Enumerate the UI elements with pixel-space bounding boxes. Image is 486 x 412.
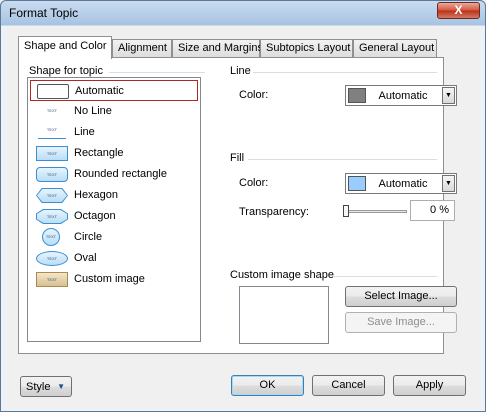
line-color-dropdown[interactable]: Automatic ▼ [345, 85, 457, 106]
fill-color-swatch [348, 176, 366, 191]
shape-item-oval[interactable]: TEXT Oval [30, 248, 198, 269]
shape-item-label: Rectangle [74, 147, 124, 159]
shape-item-label: Oval [74, 252, 97, 264]
shape-list[interactable]: Automatic TEXT No Line TEXT Line TEXT Re… [27, 77, 201, 342]
shape-thumb-text: TEXT [46, 277, 58, 282]
transparency-slider[interactable] [345, 210, 407, 213]
save-image-button[interactable]: Save Image... [345, 312, 457, 333]
line-shape-icon: TEXT [36, 125, 68, 140]
no-line-shape-icon: TEXT [36, 104, 68, 119]
shape-thumb-text: TEXT [46, 151, 58, 156]
fill-color-label: Color: [239, 177, 269, 189]
custom-image-section-divider [333, 276, 437, 277]
style-button-label: Style [26, 381, 51, 393]
fill-color-dropdown[interactable]: Automatic ▼ [345, 173, 457, 194]
shape-item-label: Hexagon [74, 189, 119, 201]
custom-image-shape-icon: TEXT [36, 272, 68, 287]
transparency-slider-thumb[interactable] [343, 205, 349, 217]
rectangle-shape-icon: TEXT [36, 146, 68, 161]
format-topic-dialog: Format Topic X Shape and Color Alignment… [0, 0, 486, 412]
shape-item-rounded-rectangle[interactable]: TEXT Rounded rectangle [30, 164, 198, 185]
line-color-value: Automatic [378, 90, 428, 102]
dialog-title: Format Topic [9, 6, 79, 20]
shape-thumb-text: TEXT [46, 172, 58, 177]
chevron-down-icon[interactable]: ▼ [442, 175, 455, 192]
tab-size-and-margins[interactable]: Size and Margins [172, 39, 263, 58]
line-section-title: Line [230, 65, 251, 77]
tab-shape-and-color[interactable]: Shape and Color [18, 36, 112, 59]
shape-thumb-text: TEXT [46, 214, 58, 219]
shape-item-label: No Line [74, 105, 112, 117]
shape-thumb-text: TEXT [45, 234, 57, 239]
tab-subtopics-layout[interactable]: Subtopics Layout [260, 39, 353, 58]
shape-item-automatic[interactable]: Automatic [30, 80, 198, 101]
transparency-label: Transparency: [239, 206, 309, 218]
shape-item-no-line[interactable]: TEXT No Line [30, 101, 198, 122]
shape-item-custom-image[interactable]: TEXT Custom image [30, 269, 198, 290]
line-color-swatch [348, 88, 366, 103]
automatic-shape-icon [37, 84, 69, 99]
tab-panel-shape-and-color: Shape for topic Automatic TEXT No Line T… [18, 57, 457, 354]
shape-item-rectangle[interactable]: TEXT Rectangle [30, 143, 198, 164]
shape-item-hexagon[interactable]: TEXT Hexagon [30, 185, 198, 206]
shape-item-octagon[interactable]: TEXT Octagon [30, 206, 198, 227]
shape-thumb-text: TEXT [46, 108, 58, 113]
hexagon-shape-icon: TEXT [36, 188, 68, 203]
shape-item-label: Octagon [74, 210, 116, 222]
shape-section-title: Shape for topic [29, 65, 103, 77]
shape-thumb-text: TEXT [46, 127, 58, 132]
custom-image-section-title: Custom image shape [230, 269, 334, 281]
style-button[interactable]: Style ▼ [20, 376, 72, 397]
shape-item-label: Automatic [75, 85, 124, 97]
fill-section-title: Fill [230, 152, 245, 164]
shape-item-label: Circle [74, 231, 103, 243]
cancel-button[interactable]: Cancel [312, 375, 385, 396]
fill-section-divider [248, 159, 437, 160]
line-section-divider [253, 72, 437, 73]
shape-item-label: Line [74, 126, 95, 138]
custom-image-preview [239, 286, 329, 344]
ok-button[interactable]: OK [231, 375, 304, 396]
shape-section-divider [109, 72, 205, 73]
chevron-down-icon[interactable]: ▼ [442, 87, 455, 104]
line-stroke [38, 138, 66, 139]
shape-thumb-text: TEXT [46, 256, 58, 261]
apply-button[interactable]: Apply [393, 375, 466, 396]
tab-general-layout[interactable]: General Layout [353, 39, 437, 58]
line-color-label: Color: [239, 89, 269, 101]
dialog-body: Shape and Color Alignment Size and Margi… [7, 26, 479, 408]
octagon-shape-icon: TEXT [36, 209, 68, 224]
title-bar[interactable]: Format Topic X [1, 1, 485, 25]
oval-shape-icon: TEXT [36, 251, 68, 266]
shape-item-line[interactable]: TEXT Line [30, 122, 198, 143]
rounded-rectangle-shape-icon: TEXT [36, 167, 68, 182]
fill-color-value: Automatic [378, 178, 428, 190]
shape-item-label: Rounded rectangle [74, 168, 167, 180]
chevron-down-icon: ▼ [57, 382, 65, 391]
select-image-button[interactable]: Select Image... [345, 286, 457, 307]
transparency-value-field[interactable]: 0 % [410, 200, 455, 221]
shape-item-circle[interactable]: TEXT Circle [30, 227, 198, 248]
shape-item-label: Custom image [74, 273, 145, 285]
circle-shape-icon: TEXT [42, 228, 60, 246]
close-button[interactable]: X [437, 2, 480, 19]
shape-thumb-text: TEXT [46, 193, 58, 198]
tab-alignment[interactable]: Alignment [112, 39, 172, 58]
